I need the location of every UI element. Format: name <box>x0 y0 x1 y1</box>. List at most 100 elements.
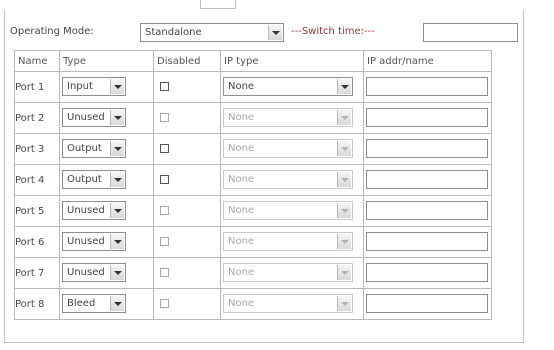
port-name: Port 6 <box>14 226 60 258</box>
ip-type-select[interactable]: None <box>223 77 353 96</box>
chevron-down-icon <box>110 141 124 156</box>
ip-type-select[interactable]: None <box>223 294 353 313</box>
operating-mode-select[interactable]: Standalone <box>140 23 284 42</box>
disabled-cell <box>153 257 221 289</box>
port-type-value: Unused <box>67 112 105 123</box>
port-type-select[interactable]: Input <box>62 77 126 96</box>
ip-addr-input[interactable] <box>366 294 488 313</box>
port-type-value: Output <box>67 143 102 154</box>
ip-type-value: None <box>228 143 255 154</box>
chevron-down-icon <box>337 79 351 94</box>
port-type-value: Unused <box>67 205 105 216</box>
port-type-value: Bleed <box>67 298 96 309</box>
disabled-checkbox[interactable] <box>160 113 169 122</box>
header-type: Type <box>59 50 154 72</box>
ip-type-value: None <box>228 298 255 309</box>
disabled-checkbox[interactable] <box>160 268 169 277</box>
ip-type-cell: None <box>220 288 364 320</box>
type-cell: Output <box>59 164 154 196</box>
disabled-checkbox[interactable] <box>160 144 169 153</box>
port-type-value: Unused <box>67 236 105 247</box>
ip-addr-input[interactable] <box>366 139 488 158</box>
legend-box <box>200 0 236 9</box>
port-type-select[interactable]: Output <box>62 170 126 189</box>
ip-type-value: None <box>228 174 255 185</box>
port-type-select[interactable]: Unused <box>62 201 126 220</box>
port-name: Port 7 <box>14 257 60 289</box>
disabled-checkbox[interactable] <box>160 237 169 246</box>
ip-addr-cell <box>363 71 492 103</box>
disabled-cell <box>153 195 221 227</box>
disabled-cell <box>153 226 221 258</box>
ip-addr-input[interactable] <box>366 77 488 96</box>
ip-addr-input[interactable] <box>366 170 488 189</box>
switch-time-input[interactable] <box>423 23 518 42</box>
chevron-down-icon <box>110 203 124 218</box>
ip-type-select[interactable]: None <box>223 170 353 189</box>
port-type-value: Unused <box>67 267 105 278</box>
chevron-down-icon <box>110 110 124 125</box>
type-cell: Input <box>59 71 154 103</box>
ip-type-select[interactable]: None <box>223 201 353 220</box>
ip-type-value: None <box>228 112 255 123</box>
port-name: Port 5 <box>14 195 60 227</box>
ip-addr-cell <box>363 226 492 258</box>
chevron-down-icon <box>110 79 124 94</box>
chevron-down-icon <box>337 265 351 280</box>
chevron-down-icon <box>110 265 124 280</box>
disabled-checkbox[interactable] <box>160 206 169 215</box>
ip-type-cell: None <box>220 226 364 258</box>
ip-addr-input[interactable] <box>366 108 488 127</box>
ip-type-select[interactable]: None <box>223 232 353 251</box>
port-type-select[interactable]: Unused <box>62 108 126 127</box>
type-cell: Unused <box>59 257 154 289</box>
ip-addr-cell <box>363 257 492 289</box>
port-type-select[interactable]: Unused <box>62 232 126 251</box>
ip-type-value: None <box>228 81 255 92</box>
ip-type-value: None <box>228 236 255 247</box>
table-row: Port 8 Bleed None <box>14 288 492 320</box>
disabled-cell <box>153 164 221 196</box>
port-name: Port 4 <box>14 164 60 196</box>
chevron-down-icon <box>337 110 351 125</box>
ip-type-value: None <box>228 267 255 278</box>
port-type-value: Input <box>67 81 93 92</box>
ip-addr-cell <box>363 164 492 196</box>
ip-type-select[interactable]: None <box>223 139 353 158</box>
disabled-checkbox[interactable] <box>160 175 169 184</box>
table-row: Port 3 Output None <box>14 133 492 165</box>
disabled-cell <box>153 102 221 134</box>
ip-addr-input[interactable] <box>366 201 488 220</box>
table-row: Port 1 Input None <box>14 71 492 103</box>
type-cell: Bleed <box>59 288 154 320</box>
port-type-select[interactable]: Output <box>62 139 126 158</box>
header-name: Name <box>14 50 60 72</box>
ip-addr-cell <box>363 288 492 320</box>
type-cell: Unused <box>59 226 154 258</box>
port-type-select[interactable]: Unused <box>62 263 126 282</box>
port-type-select[interactable]: Bleed <box>62 294 126 313</box>
disabled-cell <box>153 288 221 320</box>
ip-addr-input[interactable] <box>366 232 488 251</box>
chevron-down-icon <box>337 172 351 187</box>
header-ip-type: IP type <box>220 50 364 72</box>
type-cell: Unused <box>59 195 154 227</box>
ip-type-value: None <box>228 205 255 216</box>
ip-type-cell: None <box>220 133 364 165</box>
ip-type-cell: None <box>220 257 364 289</box>
chevron-down-icon <box>337 203 351 218</box>
ip-type-select[interactable]: None <box>223 108 353 127</box>
operating-mode-label: Operating Mode: <box>10 26 94 37</box>
disabled-checkbox[interactable] <box>160 299 169 308</box>
port-type-value: Output <box>67 174 102 185</box>
disabled-checkbox[interactable] <box>160 82 169 91</box>
ip-addr-input[interactable] <box>366 263 488 282</box>
chevron-down-icon <box>110 234 124 249</box>
ip-type-select[interactable]: None <box>223 263 353 282</box>
port-name: Port 2 <box>14 102 60 134</box>
table-row: Port 6 Unused None <box>14 226 492 258</box>
ip-addr-cell <box>363 102 492 134</box>
port-name: Port 1 <box>14 71 60 103</box>
disabled-cell <box>153 71 221 103</box>
table-row: Port 2 Unused None <box>14 102 492 134</box>
